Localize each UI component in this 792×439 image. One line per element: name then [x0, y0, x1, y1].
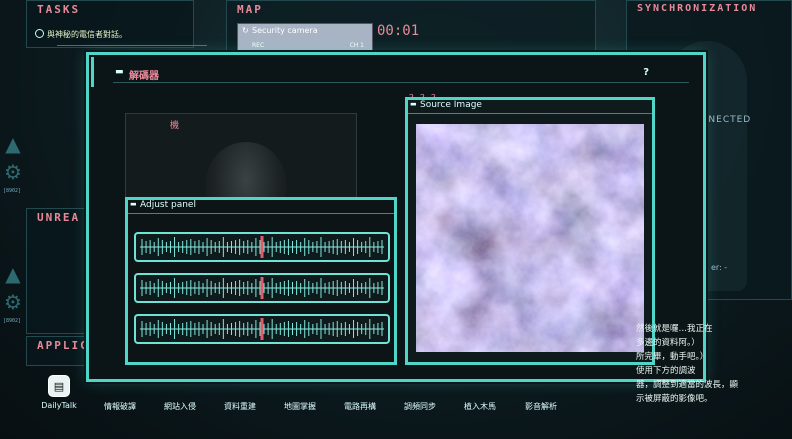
refresh-icon[interactable]: ↻ — [242, 26, 249, 35]
taskbar-intel-decode[interactable]: 情報破譯 — [90, 375, 150, 412]
decoder-titlebar[interactable]: ▬ 解碼器 ? — [113, 65, 689, 83]
taskbar-label: 情報破譯 — [104, 402, 136, 411]
app-logo-icon: ▲ — [5, 262, 21, 286]
dialog-line: 所完畢，動手吧。） — [636, 352, 709, 362]
taskbar-map-control[interactable]: 地圖掌握 — [270, 375, 330, 412]
map-timer: 00:01 — [377, 23, 420, 39]
sidebar-code: [8902] — [3, 188, 22, 194]
decoder-title: 解碼器 — [129, 71, 159, 82]
source-image-panel: ▬ Source Image — [405, 97, 655, 365]
taskbar-label: DailyTalk — [41, 401, 77, 410]
source-image-title: ▬ Source Image — [408, 100, 652, 114]
sync-field: er: - — [711, 263, 728, 272]
unread-title: UNREA — [37, 211, 81, 224]
taskbar-label: 電路再構 — [344, 402, 376, 411]
taskbar-circuit-rebuild[interactable]: 電路再構 — [330, 375, 390, 412]
rec-badge: REC — [252, 42, 265, 49]
map-title: MAP — [237, 3, 263, 16]
minimize-icon[interactable]: ▬ — [130, 200, 137, 208]
dialog-text: 然後就是囉…我正在 多邊的資料阿。） 所完畢，動手吧。） 使用下方的調波 器，調… — [636, 322, 786, 406]
waveform — [140, 277, 384, 299]
slider-marker[interactable] — [260, 277, 264, 299]
wave-slider-3[interactable] — [134, 314, 390, 344]
task-radio-icon[interactable] — [35, 29, 44, 38]
wave-slider-1[interactable] — [134, 232, 390, 262]
gear-icon: ⚙ — [4, 290, 22, 314]
dialog-line: 使用下方的調波 — [636, 366, 696, 376]
taskbar-web-intrusion[interactable]: 網站入侵 — [150, 375, 210, 412]
sidebar-code: [8902] — [3, 318, 22, 324]
dialog-line: 器，調整到適當的波長，顯 — [636, 380, 739, 390]
figure-tag: 機 — [170, 121, 180, 131]
tasks-title: TASKS — [37, 3, 81, 16]
adjust-panel-label: Adjust panel — [140, 200, 196, 210]
taskbar-label: 影音解析 — [525, 402, 557, 411]
taskbar-dailytalk[interactable]: ▤ DailyTalk — [29, 375, 89, 410]
map-panel: MAP ↻ Security camera REC CH 1 00:01 — [226, 0, 596, 61]
taskbar-label: 網站入侵 — [164, 402, 196, 411]
source-image — [416, 124, 644, 352]
minimize-icon[interactable]: ▬ — [410, 100, 417, 108]
slider-marker[interactable] — [260, 236, 264, 258]
sync-title: SYNCHRONIZATION — [637, 3, 758, 14]
adjust-panel: ▬ Adjust panel — [125, 197, 397, 365]
taskbar-label: 植入木馬 — [464, 402, 496, 411]
taskbar-label: 調頻同步 — [404, 402, 436, 411]
taskbar-label: 地圖掌握 — [284, 402, 316, 411]
chat-icon: ▤ — [48, 375, 70, 397]
channel-label: CH 1 — [349, 42, 364, 49]
gear-icon: ⚙ — [4, 160, 22, 184]
app-logo-icon: ▲ — [5, 132, 21, 156]
taskbar-frequency-sync[interactable]: 調頻同步 — [390, 375, 450, 412]
dialog-line: 示被屏蔽的影像吧。 — [636, 394, 713, 404]
tasks-accent-bar — [57, 45, 207, 46]
dialog-line: 然後就是囉…我正在 — [636, 324, 713, 334]
adjust-panel-title: ▬ Adjust panel — [128, 200, 394, 214]
wave-slider-2[interactable] — [134, 273, 390, 303]
window-corner-decoration — [91, 57, 113, 87]
taskbar-media-analysis[interactable]: 影音解析 — [511, 375, 571, 412]
taskbar-label: 資料重建 — [224, 402, 256, 411]
source-image-label: Source Image — [420, 100, 482, 110]
tasks-panel: TASKS 與神秘的電信者對話。 — [26, 0, 207, 48]
minimize-icon[interactable]: ▬ — [115, 67, 124, 77]
slider-marker[interactable] — [260, 318, 264, 340]
taskbar-trojan[interactable]: 植入木馬 — [450, 375, 510, 412]
task-item: 與神秘的電信者對話。 — [47, 30, 127, 39]
camera-label: Security camera — [252, 26, 318, 35]
noise-image — [416, 124, 644, 352]
taskbar-data-rebuild[interactable]: 資料重建 — [210, 375, 270, 412]
waveform — [140, 318, 384, 340]
dialog-line: 多邊的資料阿。） — [636, 338, 700, 348]
help-button[interactable]: ? — [643, 67, 649, 78]
waveform — [140, 236, 384, 258]
decoder-window[interactable]: ▬ 解碼器 ? 機 ？？？ ▬ Adjust panel ▬ Source Im… — [86, 52, 706, 382]
